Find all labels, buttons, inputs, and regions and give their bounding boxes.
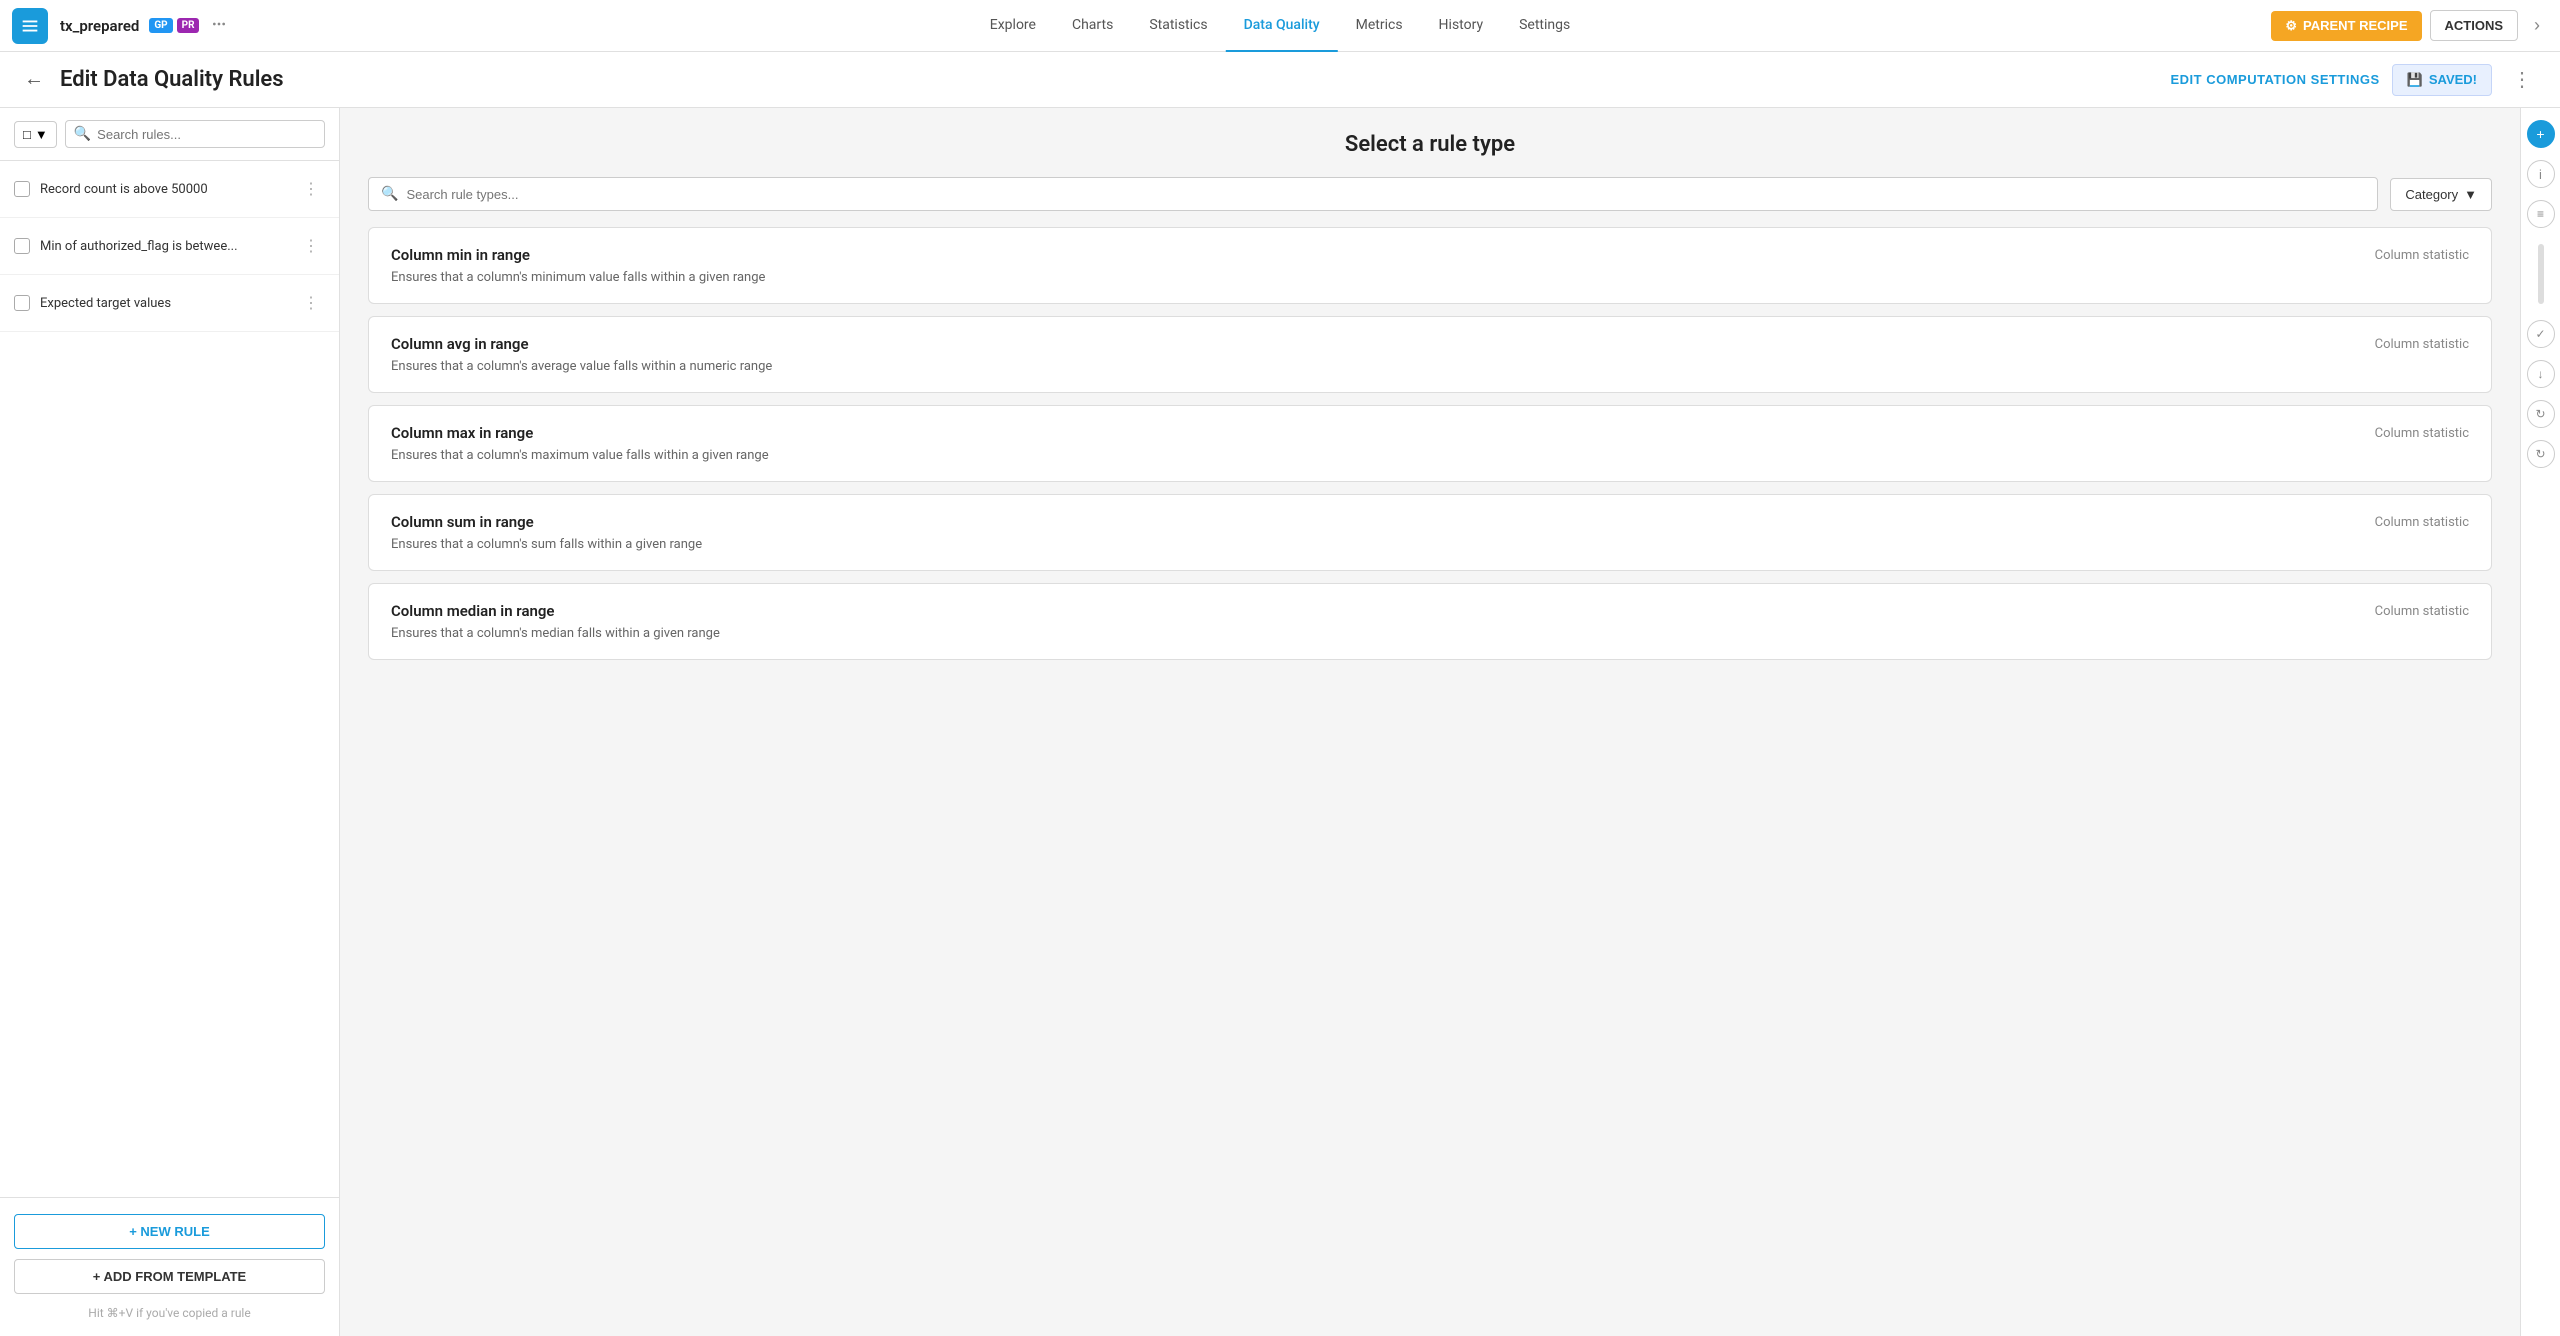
rule-checkbox-1[interactable]	[14, 238, 30, 254]
rule-checkbox-0[interactable]	[14, 181, 30, 197]
parent-recipe-button[interactable]: ⚙ PARENT RECIPE	[2271, 11, 2421, 41]
sidebar-search-wrap[interactable]: 🔍	[65, 120, 325, 148]
tab-charts[interactable]: Charts	[1054, 0, 1131, 52]
header-right: EDIT COMPUTATION SETTINGS 💾 SAVED! ⋮	[2170, 63, 2540, 96]
saved-button[interactable]: 💾 SAVED!	[2392, 64, 2492, 96]
parent-recipe-label: PARENT RECIPE	[2303, 18, 2408, 33]
rule-card-header-4: Column median in range Column statistic	[391, 602, 2469, 620]
rule-checkbox-2[interactable]	[14, 295, 30, 311]
edit-computation-button[interactable]: EDIT COMPUTATION SETTINGS	[2170, 72, 2379, 87]
search-icon: 🔍	[381, 186, 398, 202]
rule-menu-button-1[interactable]: ⋮	[297, 234, 325, 258]
more-options-button[interactable]: ⋮	[2504, 63, 2540, 96]
content-area: Select a rule type 🔍 Category ▼ Column m…	[340, 108, 2520, 1336]
sidebar: □ ▼ 🔍 Record count is above 50000 ⋮ Min …	[0, 108, 340, 1336]
nav-badges: GP PR	[147, 18, 199, 33]
rule-text-0: Record count is above 50000	[40, 182, 287, 197]
rule-card-desc-3: Ensures that a column's sum falls within…	[391, 537, 2469, 552]
saved-label: SAVED!	[2429, 72, 2477, 87]
page-title: Edit Data Quality Rules	[60, 67, 284, 92]
rule-menu-button-2[interactable]: ⋮	[297, 291, 325, 315]
new-rule-button[interactable]: + NEW RULE	[14, 1214, 325, 1249]
sidebar-hint: Hit ⌘+V if you've copied a rule	[14, 1306, 325, 1320]
list-item[interactable]: Record count is above 50000 ⋮	[0, 161, 339, 218]
rule-card-category-2: Column statistic	[2375, 426, 2469, 441]
rule-card-3[interactable]: Column sum in range Column statistic Ens…	[368, 494, 2492, 571]
parent-recipe-icon: ⚙	[2285, 18, 2297, 34]
badge-gp: GP	[149, 18, 172, 33]
nav-right-actions: ⚙ PARENT RECIPE ACTIONS ›	[2271, 10, 2548, 41]
right-download-button[interactable]: ↓	[2527, 360, 2555, 388]
right-sidebar: + i ≡ ✓ ↓ ↻ ↻	[2520, 108, 2560, 1336]
tab-statistics[interactable]: Statistics	[1131, 0, 1225, 52]
rule-menu-button-0[interactable]: ⋮	[297, 177, 325, 201]
filter-chevron-icon: ▼	[35, 127, 48, 142]
main-layout: □ ▼ 🔍 Record count is above 50000 ⋮ Min …	[0, 108, 2560, 1336]
badge-pr: PR	[177, 18, 200, 33]
rule-text-1: Min of authorized_flag is betwee...	[40, 239, 287, 254]
rule-card-header-0: Column min in range Column statistic	[391, 246, 2469, 264]
sidebar-rules-list: Record count is above 50000 ⋮ Min of aut…	[0, 161, 339, 1197]
rule-card-name-3: Column sum in range	[391, 513, 534, 531]
sidebar-search-input[interactable]	[97, 127, 316, 142]
list-item[interactable]: Min of authorized_flag is betwee... ⋮	[0, 218, 339, 275]
category-label: Category	[2405, 187, 2458, 202]
rule-card-header-2: Column max in range Column statistic	[391, 424, 2469, 442]
rule-card-desc-4: Ensures that a column's median falls wit…	[391, 626, 2469, 641]
rule-card-header-3: Column sum in range Column statistic	[391, 513, 2469, 531]
category-filter-button[interactable]: Category ▼	[2390, 178, 2492, 211]
rule-card-category-0: Column statistic	[2375, 248, 2469, 263]
rule-card-1[interactable]: Column avg in range Column statistic Ens…	[368, 316, 2492, 393]
dataset-name: tx_prepared	[60, 17, 139, 35]
save-icon: 💾	[2407, 72, 2423, 88]
rule-card-header-1: Column avg in range Column statistic	[391, 335, 2469, 353]
collapse-nav-button[interactable]: ›	[2526, 11, 2548, 40]
list-item[interactable]: Expected target values ⋮	[0, 275, 339, 332]
rule-card-name-2: Column max in range	[391, 424, 533, 442]
rule-card-category-3: Column statistic	[2375, 515, 2469, 530]
back-button[interactable]: ←	[20, 64, 48, 95]
search-icon: 🔍	[74, 126, 91, 142]
right-check-button[interactable]: ✓	[2527, 320, 2555, 348]
rule-card-category-4: Column statistic	[2375, 604, 2469, 619]
rule-card-name-4: Column median in range	[391, 602, 555, 620]
rule-card-name-1: Column avg in range	[391, 335, 529, 353]
page-header: ← Edit Data Quality Rules EDIT COMPUTATI…	[0, 52, 2560, 108]
rule-card-0[interactable]: Column min in range Column statistic Ens…	[368, 227, 2492, 304]
tab-data-quality[interactable]: Data Quality	[1226, 0, 1338, 52]
scrollbar-track	[2538, 244, 2544, 304]
rule-card-category-1: Column statistic	[2375, 337, 2469, 352]
tab-explore[interactable]: Explore	[972, 0, 1054, 52]
tab-history[interactable]: History	[1421, 0, 1502, 52]
sidebar-filter-button[interactable]: □ ▼	[14, 121, 57, 148]
app-logo	[12, 8, 48, 44]
rule-type-search-bar: 🔍 Category ▼	[368, 177, 2492, 211]
right-refresh-button[interactable]: ↻	[2527, 440, 2555, 468]
rule-card-desc-0: Ensures that a column's minimum value fa…	[391, 270, 2469, 285]
right-add-button[interactable]: +	[2527, 120, 2555, 148]
rule-card-name-0: Column min in range	[391, 246, 530, 264]
sidebar-search-bar: □ ▼ 🔍	[0, 108, 339, 161]
right-list-button[interactable]: ≡	[2527, 200, 2555, 228]
checkbox-icon: □	[23, 127, 31, 142]
rule-type-search-input[interactable]	[406, 187, 2365, 202]
rule-card-2[interactable]: Column max in range Column statistic Ens…	[368, 405, 2492, 482]
tab-metrics[interactable]: Metrics	[1338, 0, 1421, 52]
right-settings-button[interactable]: ↻	[2527, 400, 2555, 428]
nav-tabs: Explore Charts Statistics Data Quality M…	[972, 0, 1588, 52]
content-title: Select a rule type	[368, 132, 2492, 157]
rule-card-desc-2: Ensures that a column's maximum value fa…	[391, 448, 2469, 463]
actions-button[interactable]: ACTIONS	[2430, 10, 2519, 41]
rule-type-search-wrap[interactable]: 🔍	[368, 177, 2378, 211]
rule-card-desc-1: Ensures that a column's average value fa…	[391, 359, 2469, 374]
add-template-button[interactable]: + ADD FROM TEMPLATE	[14, 1259, 325, 1294]
top-nav: tx_prepared GP PR Explore Charts Statist…	[0, 0, 2560, 52]
rule-card-4[interactable]: Column median in range Column statistic …	[368, 583, 2492, 660]
nav-extra-icon[interactable]	[207, 12, 231, 39]
right-info-button[interactable]: i	[2527, 160, 2555, 188]
sidebar-actions: + NEW RULE + ADD FROM TEMPLATE Hit ⌘+V i…	[0, 1197, 339, 1336]
tab-settings[interactable]: Settings	[1501, 0, 1588, 52]
rule-text-2: Expected target values	[40, 296, 287, 311]
category-chevron-icon: ▼	[2464, 187, 2477, 202]
